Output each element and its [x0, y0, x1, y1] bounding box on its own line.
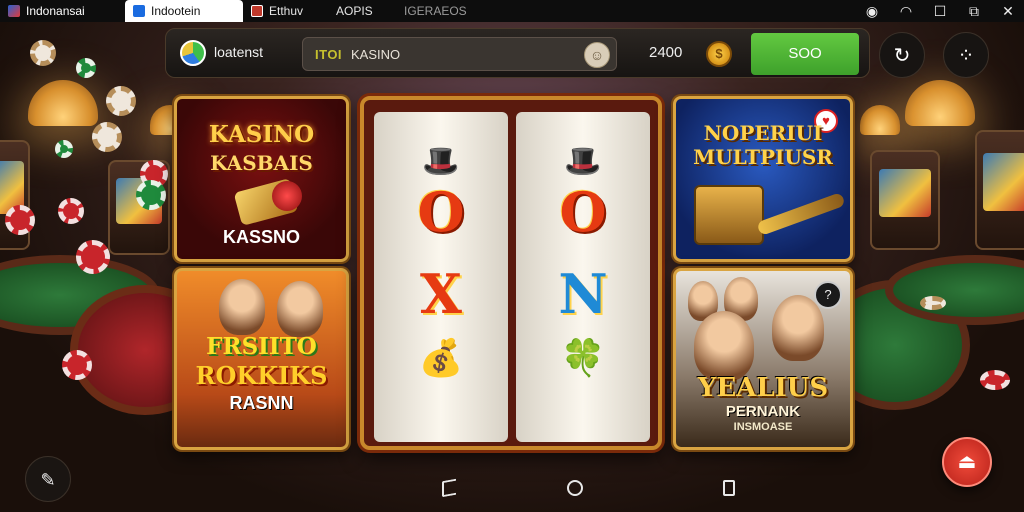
horseshoe-icon: 🍀: [560, 337, 606, 379]
home-button[interactable]: [563, 478, 587, 500]
game-title: NOPERIUI: [703, 121, 823, 145]
menu-grid-icon[interactable]: ⁘: [943, 32, 989, 78]
slot-reels[interactable]: 🎩 O X 💰 🎩 O N 🍀: [360, 96, 662, 450]
tab-1[interactable]: Indonansai: [0, 0, 125, 22]
reel-1: 🎩 O X 💰: [374, 112, 508, 442]
reel-symbol: O: [559, 180, 607, 244]
record-icon[interactable]: ◉: [864, 3, 880, 20]
character-portrait: [772, 295, 824, 361]
game-title: FRSIITO: [206, 333, 317, 360]
brand-name: loatenst: [214, 44, 264, 60]
poker-chip: [5, 205, 35, 235]
game-caption: KASSNO: [222, 227, 300, 247]
game-card-rokkiks[interactable]: FRSIITO ROKKIKS RASNN: [174, 268, 349, 450]
tab-2[interactable]: Indootein: [125, 0, 243, 22]
slot-cabinet: [870, 150, 940, 250]
app-icon: [133, 5, 145, 17]
back-button[interactable]: [437, 478, 461, 500]
back-icon: [442, 478, 456, 498]
tab-label: AOPIS: [336, 4, 373, 18]
tab-label: IGERAEOS: [404, 4, 467, 18]
refresh-icon[interactable]: ↻: [879, 32, 925, 78]
poker-chip: [58, 198, 84, 224]
game-card-multiplier[interactable]: ♥ NOPERIUI MULTPIUSR: [673, 96, 853, 262]
window-icon[interactable]: ☐: [932, 3, 948, 20]
tab-5[interactable]: IGERAEOS: [396, 0, 486, 22]
avatar[interactable]: ☺: [584, 42, 610, 68]
game-subtitle: MULTPIUSR: [693, 145, 833, 169]
home-icon: [567, 480, 583, 496]
character-portrait: [277, 281, 323, 337]
poker-chip: [920, 296, 946, 310]
app-header: loatenst ITOI KASINO ☺ 2400 $ SOO: [165, 28, 870, 78]
reel-symbol: X: [420, 262, 462, 326]
game-card-kasino[interactable]: KASINO KASBAIS KASSNO: [174, 96, 349, 262]
poker-chip: [30, 40, 56, 66]
poker-chip: [62, 350, 92, 380]
game-subtitle: KASBAIS: [210, 151, 313, 175]
screenshot-icon[interactable]: ⧉: [966, 3, 982, 20]
hat-icon: 🎩: [422, 144, 460, 179]
tab-label: Indootein: [151, 4, 201, 18]
primary-action-button[interactable]: SOO: [751, 33, 859, 75]
ceiling-lamp: [28, 80, 98, 126]
character-portrait: [694, 311, 754, 381]
search-input[interactable]: ITOI KASINO ☺: [302, 37, 617, 71]
tab-label: Etthuv: [269, 4, 304, 18]
ceiling-lamp: [860, 105, 900, 135]
app-icon: [251, 5, 263, 17]
tab-3[interactable]: Etthuv: [243, 0, 328, 22]
poker-chip: [76, 58, 96, 78]
exit-icon[interactable]: ⏏: [942, 437, 992, 487]
search-value: KASINO: [351, 47, 401, 62]
poker-chip: [136, 180, 166, 210]
coin-icon: $: [706, 41, 732, 67]
game-subtitle: ROKKIKS: [195, 361, 328, 390]
app-logo-icon: [180, 40, 206, 66]
recents-icon: [723, 480, 735, 496]
treasure-chest-icon: [694, 185, 764, 245]
reel-2: 🎩 O N 🍀: [516, 112, 650, 442]
game-caption: RASNN: [229, 393, 294, 413]
poker-chip: [92, 122, 122, 152]
game-title: KASINO: [208, 121, 315, 148]
poker-chip: [55, 140, 73, 158]
recents-button[interactable]: [717, 478, 741, 500]
browser-tab-bar: Indonansai Indootein Etthuv AOPIS IGERAE…: [0, 0, 1024, 22]
game-caption: INSMOASE: [733, 421, 793, 433]
close-icon[interactable]: ✕: [1000, 3, 1016, 20]
wifi-icon: ◠: [899, 2, 913, 19]
app-icon: [8, 5, 20, 17]
edit-icon[interactable]: ✎: [25, 456, 71, 502]
character-portrait: [219, 279, 265, 335]
game-subtitle: PERNANK: [725, 403, 801, 420]
reel-symbol: O: [417, 180, 465, 244]
ruby-icon: [272, 181, 302, 211]
system-icons: ◉ ◠ ☐ ⧉ ✕: [864, 0, 1016, 22]
poker-chip: [76, 240, 110, 274]
slot-cabinet: [975, 130, 1024, 250]
coin-balance: 2400: [649, 44, 683, 61]
hat-icon: 🎩: [564, 144, 602, 179]
gold-icon: 💰: [418, 337, 464, 379]
search-prefix: ITOI: [315, 47, 343, 62]
info-icon[interactable]: ?: [814, 281, 842, 309]
game-card-yealius[interactable]: ? YEALIUS PERNANK INSMOASE: [673, 268, 853, 450]
poker-chip: [980, 370, 1010, 390]
poker-chip: [106, 86, 136, 116]
golden-key-icon: [756, 192, 846, 236]
tab-4[interactable]: AOPIS: [328, 0, 396, 22]
reel-symbol: N: [558, 262, 608, 326]
game-title: YEALIUS: [697, 373, 829, 403]
ceiling-lamp: [905, 80, 975, 126]
tab-label: Indonansai: [26, 4, 85, 18]
